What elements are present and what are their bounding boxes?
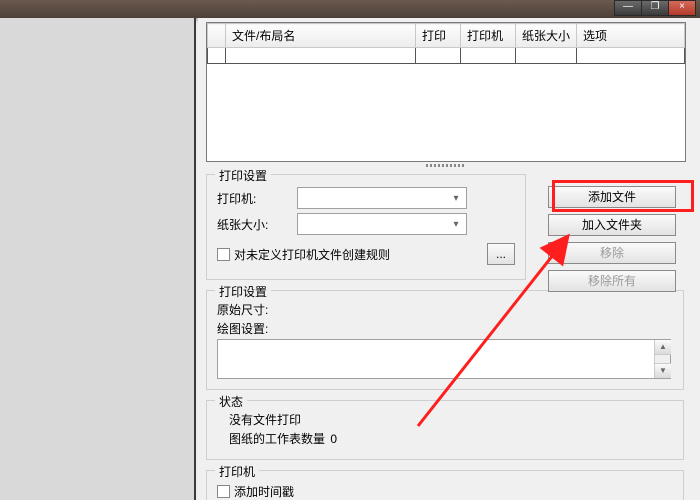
add-timestamp-label: 添加时间戳 [234, 483, 294, 500]
table-resizer-handle[interactable] [206, 162, 686, 168]
col-rownum[interactable] [208, 24, 226, 48]
chevron-down-icon: ▾ [448, 190, 464, 206]
add-folder-button[interactable]: 加入文件夹 [548, 214, 676, 236]
print-settings-group: 打印设置 打印机: ▾ 纸张大小: ▾ 对未定义打印机文件创建规则 ... [206, 174, 526, 280]
status-sheetcount-label: 图纸的工作表数量 [229, 432, 325, 446]
papersize-label: 纸张大小: [217, 216, 297, 233]
add-file-button[interactable]: 添加文件 [548, 186, 676, 208]
printer-group: 打印机 添加时间戳 [206, 470, 684, 500]
status-group: 状态 没有文件打印 图纸的工作表数量 0 [206, 400, 684, 460]
status-legend: 状态 [215, 393, 247, 410]
file-table-wrap: 文件/布局名 打印 打印机 纸张大小 选项 [206, 22, 686, 162]
table-row[interactable] [208, 48, 685, 64]
window-titlebar: — ❐ × [0, 0, 700, 18]
main-panel: 文件/布局名 打印 打印机 纸张大小 选项 打印设置 打印机: ▾ [198, 18, 700, 500]
original-size-label: 原始尺寸: [217, 301, 673, 318]
col-papersize[interactable]: 纸张大小 [516, 24, 577, 48]
add-timestamp-checkbox[interactable] [217, 485, 230, 498]
window-maximize-button[interactable]: ❐ [641, 0, 669, 16]
file-table[interactable]: 文件/布局名 打印 打印机 纸张大小 选项 [207, 23, 685, 64]
create-rule-checkbox[interactable] [217, 248, 230, 261]
print-settings-legend: 打印设置 [215, 167, 271, 184]
printer-group-legend: 打印机 [215, 463, 259, 480]
more-rules-button[interactable]: ... [487, 243, 515, 265]
papersize-combo[interactable]: ▾ [297, 213, 467, 235]
window-minimize-button[interactable]: — [614, 0, 642, 16]
draw-settings-label: 绘图设置: [217, 320, 673, 337]
col-print[interactable]: 打印 [416, 24, 461, 48]
status-sheetcount-value: 0 [330, 432, 337, 446]
status-nofile: 没有文件打印 [229, 411, 673, 428]
col-printer[interactable]: 打印机 [461, 24, 516, 48]
file-action-buttons: 添加文件 加入文件夹 移除 移除所有 [548, 186, 688, 298]
window-close-button[interactable]: × [668, 0, 696, 16]
status-sheetcount: 图纸的工作表数量 0 [229, 430, 673, 447]
col-options[interactable]: 选项 [577, 24, 685, 48]
print-settings2-legend: 打印设置 [215, 283, 271, 300]
remove-all-button[interactable]: 移除所有 [548, 270, 676, 292]
draw-settings-textarea[interactable] [217, 339, 671, 379]
chevron-down-icon: ▾ [448, 216, 464, 232]
window-controls: — ❐ × [615, 0, 696, 16]
col-filename[interactable]: 文件/布局名 [226, 24, 416, 48]
print-settings2-group: 打印设置 原始尺寸: 绘图设置: [206, 290, 684, 390]
printer-combo[interactable]: ▾ [297, 187, 467, 209]
printer-label: 打印机: [217, 190, 297, 207]
remove-button[interactable]: 移除 [548, 242, 676, 264]
create-rule-label: 对未定义打印机文件创建规则 [234, 246, 390, 263]
left-panel [0, 18, 196, 500]
file-table-header-row: 文件/布局名 打印 打印机 纸张大小 选项 [208, 24, 685, 48]
scrollbar-vertical[interactable] [654, 340, 670, 378]
